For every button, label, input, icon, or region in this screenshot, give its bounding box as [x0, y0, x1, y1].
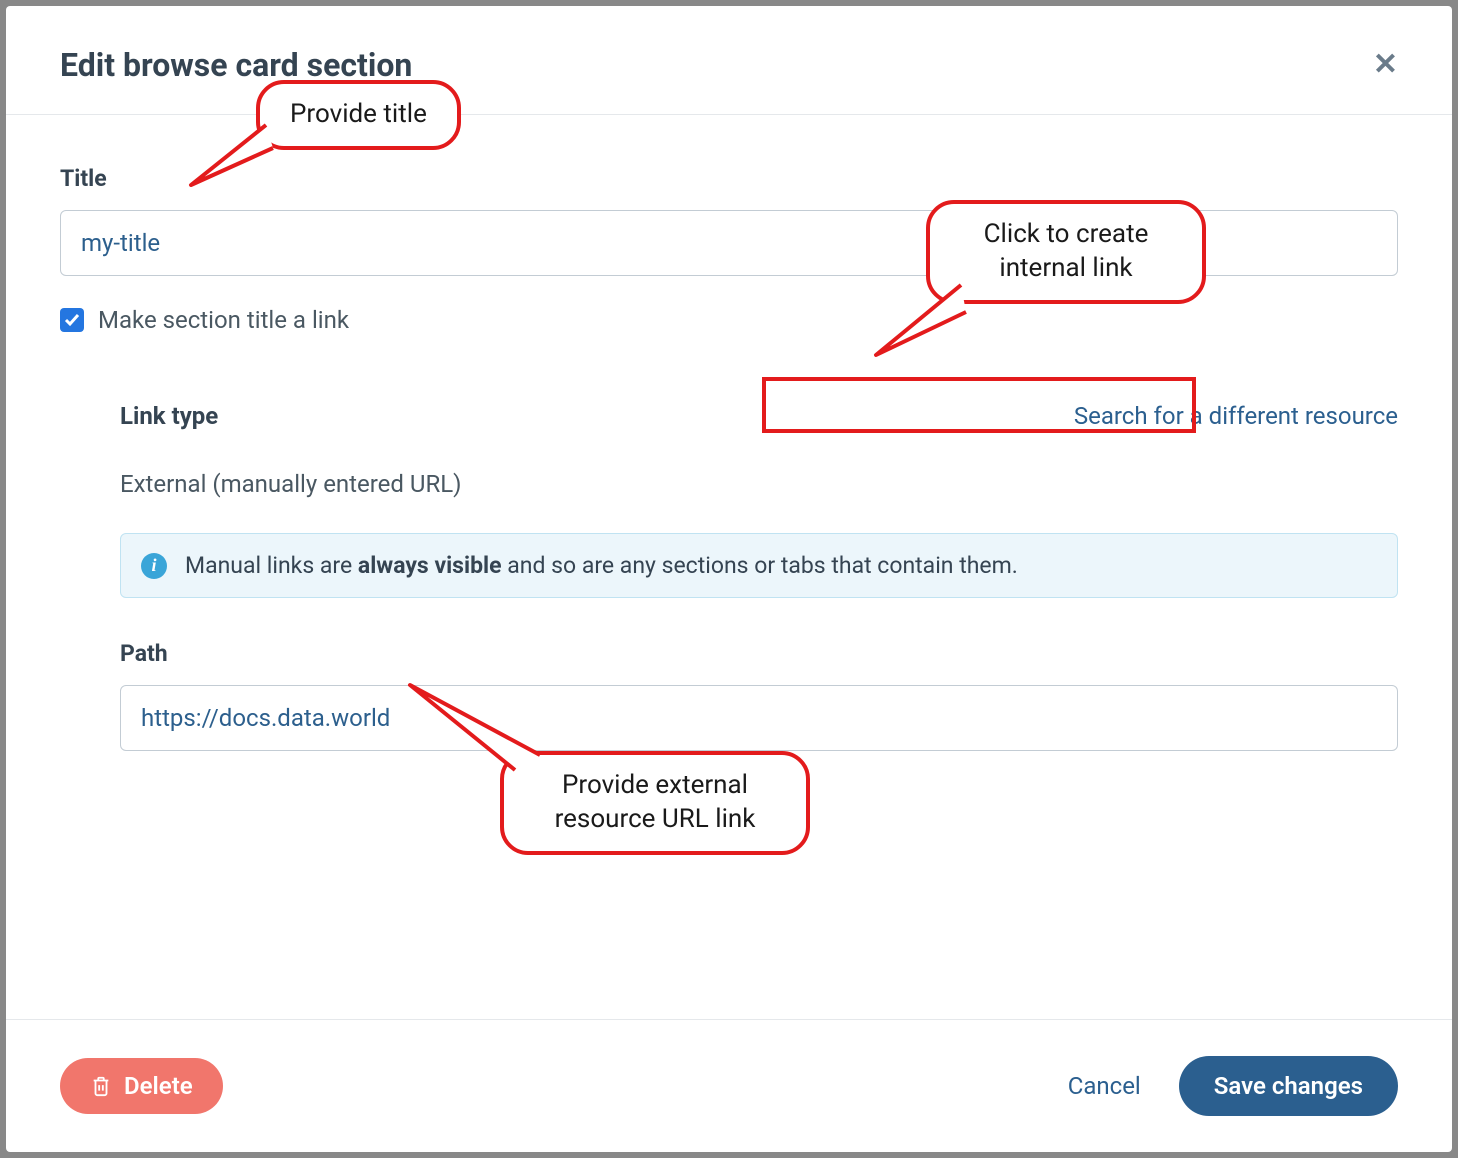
make-link-checkbox[interactable] [60, 308, 84, 332]
trash-icon [90, 1074, 112, 1098]
modal-footer: Delete Cancel Save changes [6, 1019, 1452, 1152]
callout-tail-icon [866, 280, 976, 370]
make-link-checkbox-label: Make section title a link [98, 306, 349, 334]
delete-button[interactable]: Delete [60, 1058, 223, 1114]
info-text: Manual links are always visible and so a… [185, 552, 1018, 579]
modal-body: Title Make section title a link Link typ… [6, 115, 1452, 1019]
annotation-internal-callout: Click to create internal link [926, 200, 1206, 304]
path-label: Path [120, 640, 1398, 667]
modal-title: Edit browse card section [60, 46, 412, 84]
link-type-header: Link type Search for a different resourc… [120, 402, 1398, 430]
annotation-external-callout: Provide external resource URL link [500, 751, 810, 855]
link-type-value: External (manually entered URL) [120, 470, 1398, 498]
modal-header: Edit browse card section ✕ [6, 6, 1452, 115]
link-type-label: Link type [120, 402, 218, 430]
save-button[interactable]: Save changes [1179, 1056, 1398, 1116]
check-icon [64, 312, 80, 328]
path-section: Path [120, 640, 1398, 751]
info-banner: i Manual links are always visible and so… [120, 533, 1398, 598]
make-link-checkbox-row: Make section title a link [60, 306, 1398, 334]
footer-right: Cancel Save changes [1068, 1056, 1398, 1116]
close-icon[interactable]: ✕ [1373, 46, 1398, 80]
link-type-section: Link type Search for a different resourc… [60, 402, 1398, 751]
info-icon: i [141, 553, 167, 579]
edit-browse-card-modal: Edit browse card section ✕ Title Make se… [6, 6, 1452, 1152]
callout-tail-icon [400, 675, 550, 785]
path-input[interactable] [120, 685, 1398, 751]
cancel-button[interactable]: Cancel [1068, 1072, 1141, 1100]
callout-tail-icon [181, 120, 281, 200]
search-different-resource-link[interactable]: Search for a different resource [1074, 402, 1398, 430]
annotation-title-callout: Provide title [256, 80, 461, 150]
